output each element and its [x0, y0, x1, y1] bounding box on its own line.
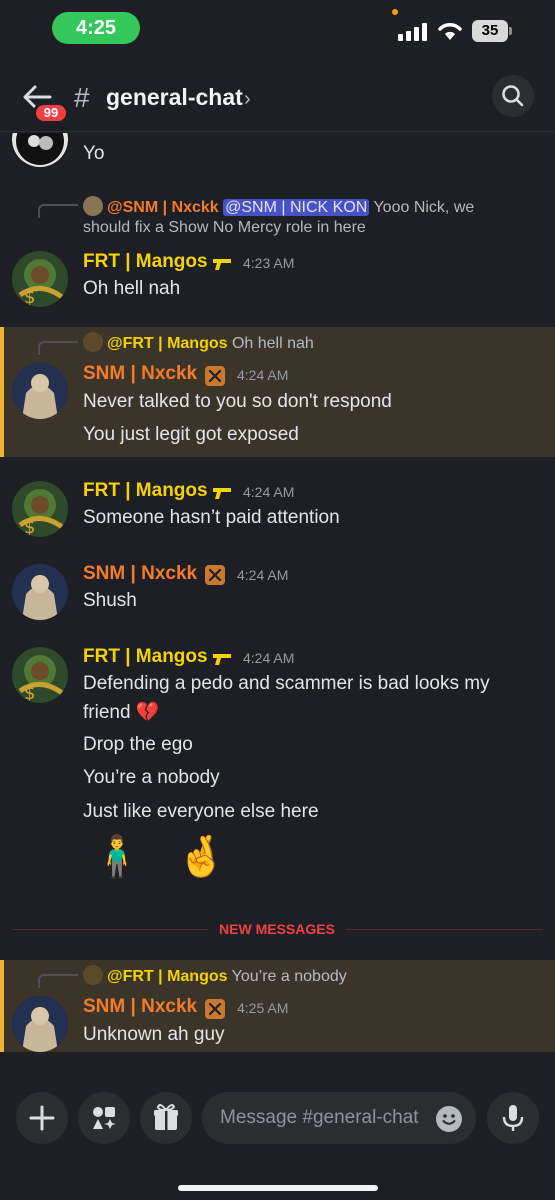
svg-text:$: $	[24, 517, 35, 537]
signal-icon	[398, 23, 428, 41]
battery-icon: 35	[472, 20, 512, 42]
reply-avatar	[83, 965, 103, 985]
message-list[interactable]: Yo @SNM | Nxckk @SNM | NICK KON Yooo Nic…	[0, 133, 555, 1079]
role-gun-icon	[213, 259, 231, 270]
message-text: Someone hasn’t paid attention	[83, 507, 340, 528]
emoji-button[interactable]	[436, 1106, 462, 1132]
avatar[interactable]	[12, 996, 68, 1052]
author-name[interactable]: FRT | Mangos	[83, 251, 208, 273]
mic-indicator-dot	[392, 9, 398, 15]
avatar[interactable]	[12, 363, 68, 419]
message-text: Just like everyone else here	[83, 801, 319, 822]
role-hammer-icon	[205, 999, 225, 1019]
message-text: Unknown ah guy	[83, 1024, 225, 1045]
voice-message-button[interactable]	[487, 1092, 539, 1144]
avatar[interactable]	[12, 133, 68, 167]
message-text: friend 💔	[83, 702, 160, 723]
message[interactable]: SNM | Nxckk 4:24 AM Shush	[0, 560, 555, 626]
timestamp: 4:24 AM	[237, 367, 289, 383]
message-text: Oh hell nah	[83, 278, 181, 299]
message-text: You just legit got exposed	[83, 424, 299, 445]
mention[interactable]: @SNM | NICK KON	[223, 199, 370, 216]
message[interactable]: @SNM | Nxckk @SNM | NICK KON Yooo Nick, …	[0, 191, 555, 313]
avatar[interactable]	[12, 564, 68, 620]
reply-preview[interactable]: @FRT | Mangos You’re a nobody	[83, 965, 347, 986]
apps-button[interactable]	[78, 1092, 130, 1144]
avatar[interactable]: $	[12, 251, 68, 307]
chevron-right-icon[interactable]: ›	[244, 88, 251, 111]
message-text: You’re a nobody	[83, 767, 220, 788]
microphone-icon	[502, 1105, 524, 1131]
reply-connector	[38, 204, 78, 218]
timestamp: 4:25 AM	[237, 1000, 289, 1016]
status-bar: 4:25 35	[0, 0, 555, 60]
message-input[interactable]	[202, 1092, 476, 1144]
wifi-icon	[438, 23, 462, 40]
message[interactable]: $ FRT | Mangos 4:24 AM Someone hasn’t pa…	[0, 477, 555, 543]
message[interactable]: $ FRT | Mangos 4:24 AM Defending a pedo …	[0, 643, 555, 903]
avatar[interactable]: $	[12, 647, 68, 703]
plus-icon	[29, 1105, 55, 1131]
timestamp: 4:24 AM	[243, 484, 295, 500]
gift-icon	[154, 1104, 178, 1130]
avatar[interactable]: $	[12, 481, 68, 537]
timestamp: 4:24 AM	[243, 650, 295, 666]
unread-badge: 99	[33, 102, 69, 124]
role-gun-icon	[213, 488, 231, 499]
channel-header: 99 # general-chat ›	[0, 62, 555, 132]
svg-text:$: $	[24, 287, 35, 307]
message-text: Shush	[83, 590, 137, 611]
reply-connector	[38, 341, 78, 355]
emoji-message: 🧍‍♂️ 🤞	[92, 835, 239, 879]
status-time: 4:25	[52, 12, 140, 44]
search-button[interactable]	[492, 75, 534, 117]
smiley-icon	[442, 1114, 456, 1125]
role-gun-icon	[213, 654, 231, 665]
role-hammer-icon	[205, 565, 225, 585]
message-composer	[0, 1080, 555, 1200]
author-name[interactable]: SNM | Nxckk	[83, 996, 197, 1018]
reply-preview[interactable]: @SNM | Nxckk @SNM | NICK KON Yooo Nick, …	[83, 196, 474, 217]
reply-avatar	[83, 332, 103, 352]
battery-level: 35	[472, 20, 508, 42]
author-name[interactable]: SNM | Nxckk	[83, 363, 197, 385]
channel-name[interactable]: general-chat	[106, 84, 243, 111]
message-text: Defending a pedo and scammer is bad look…	[83, 673, 490, 694]
author-name[interactable]: FRT | Mangos	[83, 646, 208, 668]
author-name[interactable]: SNM | Nxckk	[83, 563, 197, 585]
home-indicator	[178, 1185, 378, 1191]
message[interactable]: Yo	[0, 133, 555, 177]
apps-icon	[93, 1107, 116, 1129]
gift-button[interactable]	[140, 1092, 192, 1144]
role-hammer-icon	[205, 366, 225, 386]
timestamp: 4:24 AM	[237, 567, 289, 583]
add-attachment-button[interactable]	[16, 1092, 68, 1144]
svg-text:$: $	[24, 683, 35, 703]
reply-preview-cont: should fix a Show No Mercy role in here	[83, 219, 366, 236]
author-name[interactable]: FRT | Mangos	[83, 480, 208, 502]
message-highlighted[interactable]: @FRT | Mangos You’re a nobody SNM | Nxck…	[0, 960, 555, 1052]
search-icon	[502, 85, 524, 107]
new-messages-divider: NEW MESSAGES	[12, 921, 543, 937]
channel-hash-icon: #	[74, 82, 90, 113]
reply-preview[interactable]: @FRT | Mangos Oh hell nah	[83, 332, 314, 353]
reply-connector	[38, 974, 78, 988]
timestamp: 4:23 AM	[243, 255, 295, 271]
message-text: Never talked to you so don't respond	[83, 391, 392, 412]
reply-avatar	[83, 196, 103, 216]
message-text: Yo	[83, 143, 105, 164]
message-text: Drop the ego	[83, 734, 193, 755]
